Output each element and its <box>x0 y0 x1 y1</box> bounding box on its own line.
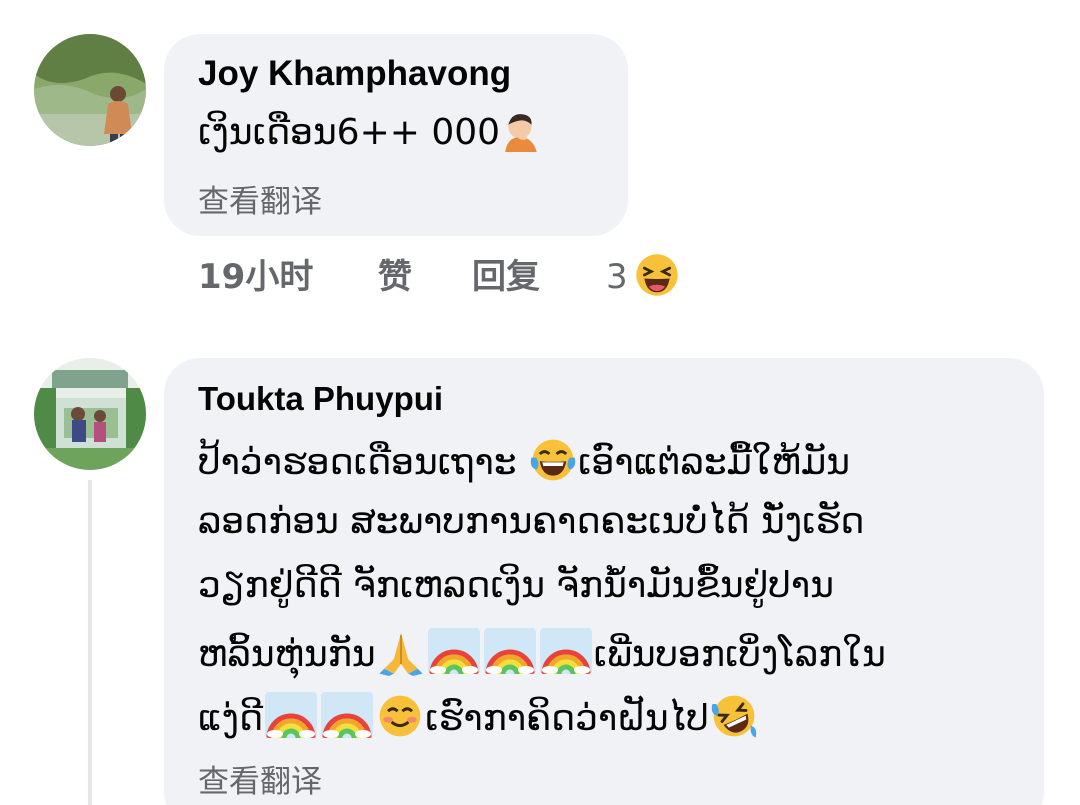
avatar[interactable] <box>34 34 146 146</box>
comment-bubble: Toukta Phuypui ປ້າວ່າຮອດເດືອນເຖາະ ເອົາແຕ… <box>164 358 1044 805</box>
comment-text-line: ແງ່ດີ ເຮົາກາຄິດວ່າຝັນໄປ <box>198 692 759 741</box>
comment-text-line: ຫລິ້ນຫຸ່ນກັນ ເພີ່ນບອກເບິ່ງໂລກໃນ <box>198 628 886 677</box>
like-button[interactable]: 赞 <box>378 252 412 302</box>
rainbow-icon <box>265 692 318 738</box>
reply-button[interactable]: 回复 <box>472 252 540 302</box>
reaction-summary[interactable]: 3 <box>606 252 681 302</box>
reaction-count: 3 <box>606 257 628 297</box>
comment-bubble: Joy Khamphavong ເງິນເດືອນ6++ 000 查看翻译 <box>164 34 628 236</box>
folded-hands-icon <box>377 628 425 676</box>
comment-author[interactable]: Joy Khamphavong <box>198 54 511 94</box>
thread-line <box>88 480 92 805</box>
comment-author[interactable]: Toukta Phuypui <box>198 380 443 418</box>
avatar[interactable] <box>34 358 146 470</box>
comment-thread: Joy Khamphavong ເງິນເດືອນ6++ 000 查看翻译 19… <box>0 0 1080 805</box>
comment-text: ເງິນເດືອນ6++ 000 <box>198 110 544 155</box>
comment-text-line: ລອດກ່ອນ ສະພາບການຄາດຄະເນບໍ່ໄດ້ ນັ່ງເຮັດ <box>198 501 865 542</box>
rolling-laughing-icon <box>710 692 758 740</box>
see-translation-link[interactable]: 查看翻译 <box>198 756 322 801</box>
rainbow-icon <box>539 628 592 674</box>
rainbow-icon <box>427 628 480 674</box>
laughing-face-icon <box>634 252 680 298</box>
rainbow-icon <box>321 692 374 738</box>
rainbow-icon <box>483 628 536 674</box>
see-translation-link[interactable]: 查看翻译 <box>198 176 322 221</box>
smiling-face-icon <box>376 692 424 740</box>
comment-text-line: ປ້າວ່າຮອດເດືອນເຖາະ ເອົາແຕ່ລະມື້ໃຫ້ມັນ <box>198 436 850 485</box>
comment-text-line: ວຽກຢູ່ດີດີ ຈັກເຫລດເງິນ ຈັກນ້ຳມັນຂຶ້ນຢູ່ປ… <box>198 565 834 606</box>
facepalm-person-icon <box>501 110 543 152</box>
tears-of-joy-icon <box>529 436 577 484</box>
comment-time[interactable]: 19小时 <box>198 252 313 302</box>
